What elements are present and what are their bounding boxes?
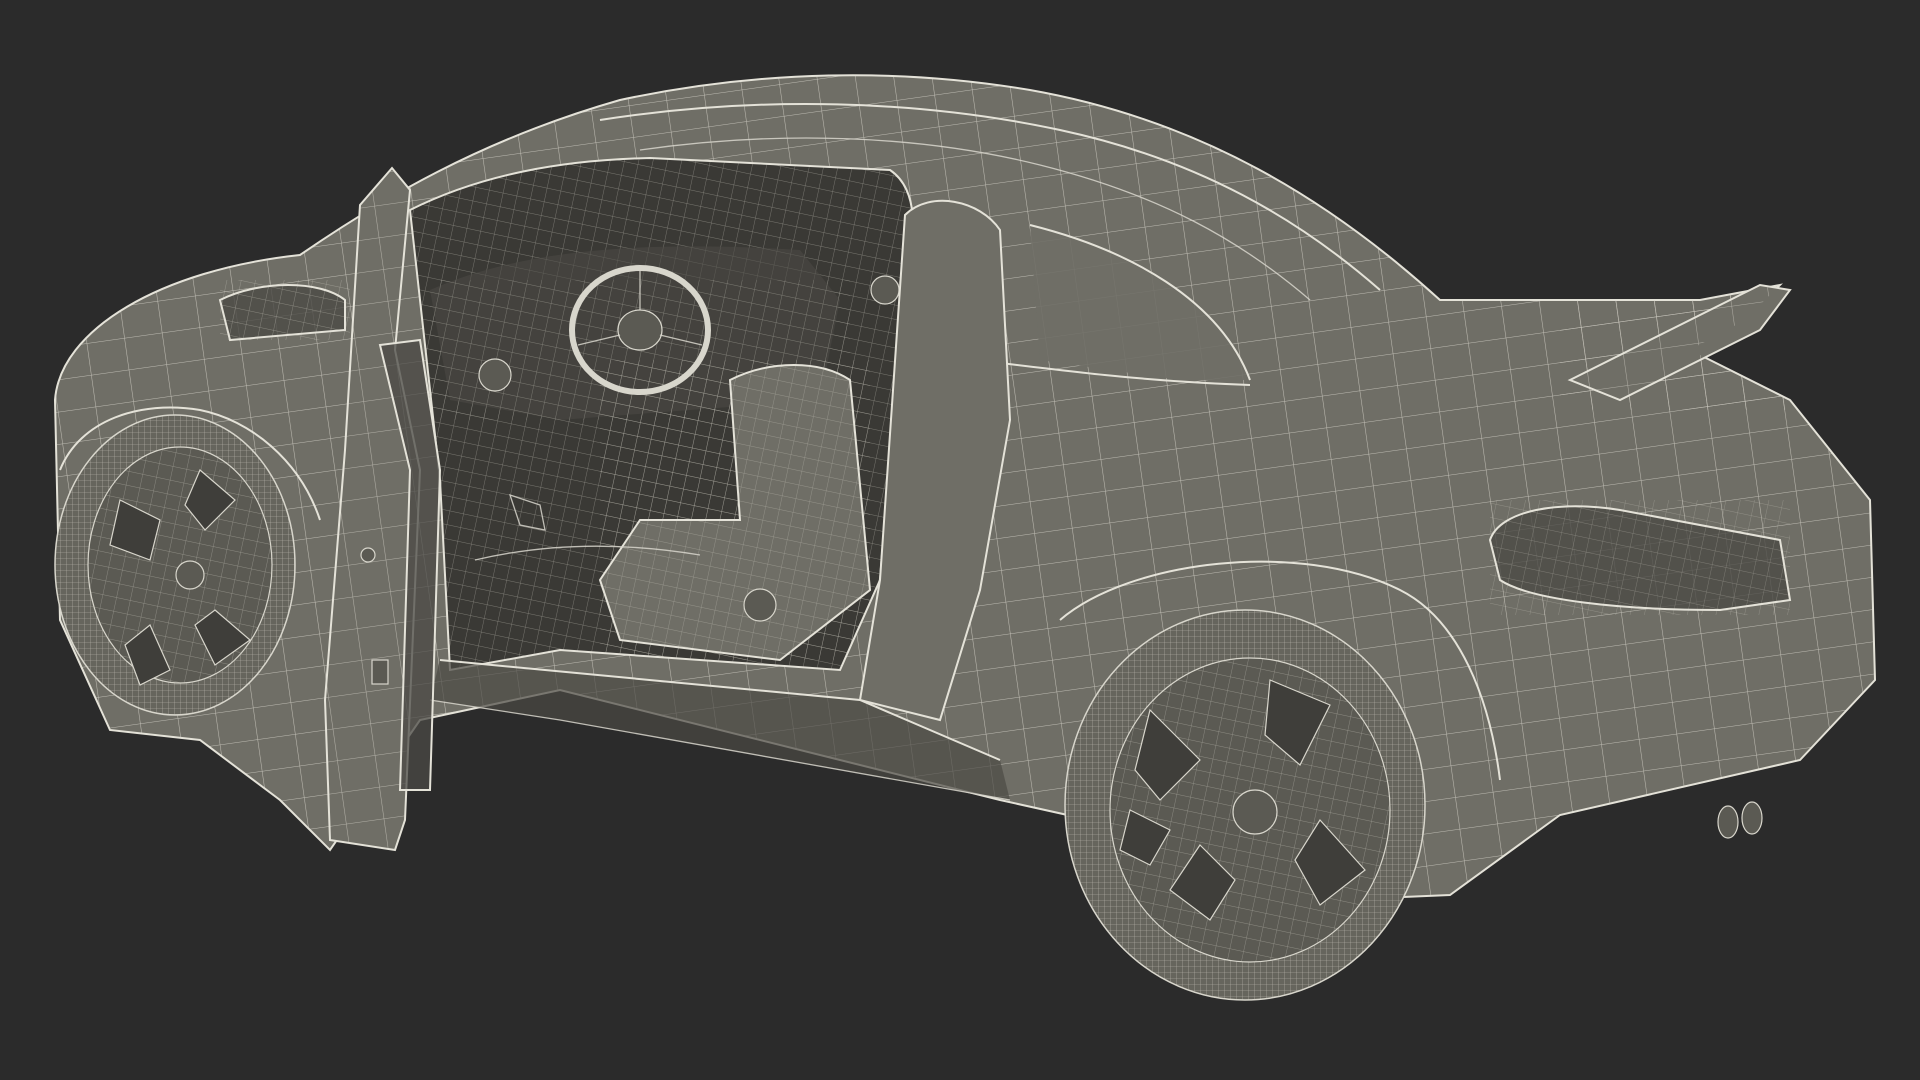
tail-light	[1488, 500, 1792, 615]
exhaust-pipes	[1717, 801, 1763, 839]
car-interior	[408, 156, 914, 672]
door-handle	[360, 547, 376, 563]
air-vent	[478, 358, 512, 392]
rear-wheel	[1064, 609, 1426, 1001]
air-vent	[870, 275, 900, 305]
wheel-hub	[1232, 789, 1278, 835]
door-lock	[371, 659, 389, 685]
car-wireframe-render	[53, 74, 1877, 1001]
seat-adjust-knob	[743, 588, 777, 622]
front-fender	[218, 280, 350, 342]
front-wheel	[54, 414, 296, 716]
render-viewport	[0, 0, 1920, 1080]
wheel-hub	[175, 560, 205, 590]
